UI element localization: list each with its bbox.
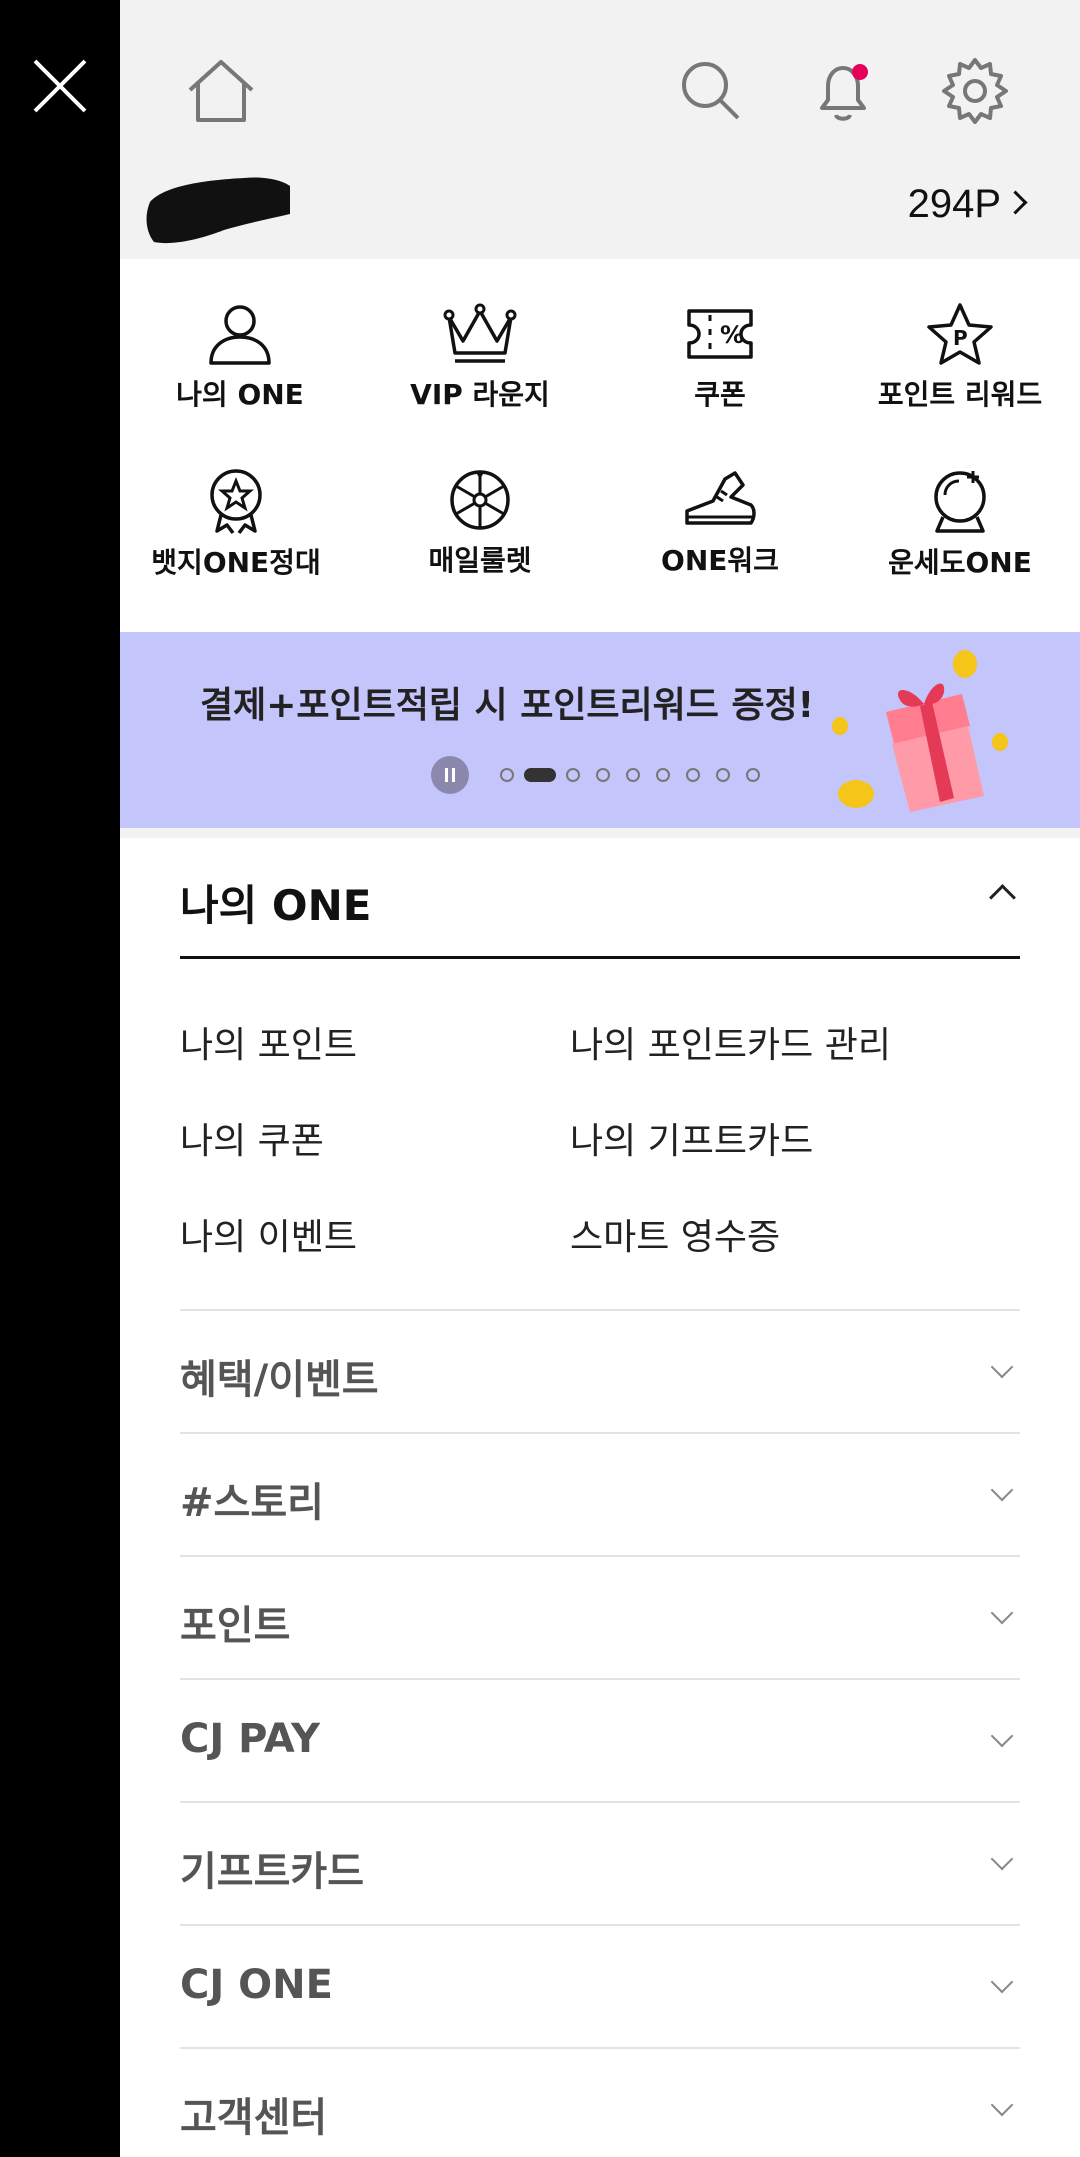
chevron-up-icon[interactable] <box>989 884 1016 911</box>
accordion-label: #스토리 <box>180 1480 324 1526</box>
pause-icon[interactable] <box>431 756 469 794</box>
accordion-customer-center[interactable]: 고객센터 <box>180 2047 1020 2157</box>
carousel-dot[interactable] <box>746 768 760 782</box>
gift-box-illustration <box>820 646 1030 820</box>
crystal-ball-icon <box>934 471 986 533</box>
quick-item-label: ONE워크 <box>661 544 779 577</box>
gear-icon[interactable] <box>940 56 1010 126</box>
quick-item-label: VIP 라운지 <box>410 378 550 411</box>
accordion-points[interactable]: 포인트 <box>180 1555 1020 1679</box>
chevron-down-icon <box>990 1355 1014 1379</box>
quick-item-my-one[interactable]: 나의 ONE <box>120 301 360 413</box>
quick-item-label: 쿠폰 <box>694 378 746 411</box>
crown-icon <box>443 303 517 363</box>
accordion-label: 기프트카드 <box>180 1849 364 1895</box>
my-events-link[interactable]: 나의 이벤트 <box>180 1208 357 1260</box>
accordion-label: CJ ONE <box>180 1962 333 2008</box>
quick-menu: 나의 ONE VIP 라운지 % 쿠폰 P 포인트 리워드 뱃지ONE정대 매일… <box>120 259 1080 632</box>
my-one-section-title[interactable]: 나의 ONE <box>180 872 371 933</box>
carousel-dot[interactable] <box>656 768 670 782</box>
accordion-label: CJ PAY <box>180 1716 320 1762</box>
quick-item-roulette[interactable]: 매일룰렛 <box>360 467 600 579</box>
accordion-giftcard[interactable]: 기프트카드 <box>180 1801 1020 1925</box>
smart-receipt-link[interactable]: 스마트 영수증 <box>570 1208 780 1260</box>
quick-item-badge[interactable]: 뱃지ONE정대 <box>120 467 356 581</box>
quick-item-label: 뱃지ONE정대 <box>151 546 321 579</box>
quick-item-label: 포인트 리워드 <box>877 378 1043 411</box>
home-icon[interactable] <box>184 58 258 124</box>
chevron-down-icon <box>990 1847 1014 1871</box>
user-name-redacted <box>144 172 300 250</box>
chevron-down-icon <box>990 1601 1014 1625</box>
quick-item-vip-lounge[interactable]: VIP 라운지 <box>360 301 600 413</box>
carousel-dot[interactable] <box>686 768 700 782</box>
accordion-label: 고객센터 <box>180 2095 328 2141</box>
accordion-cj-pay[interactable]: CJ PAY <box>180 1678 1020 1802</box>
menu-drawer: 294P 나의 ONE VIP 라운지 % 쿠폰 P 포인트 리워드 뱃지ONE… <box>120 0 1080 2157</box>
my-pointcard-link[interactable]: 나의 포인트카드 관리 <box>570 1016 891 1068</box>
quick-item-label: 매일룰렛 <box>428 544 532 577</box>
quick-item-point-reward[interactable]: P 포인트 리워드 <box>840 301 1080 413</box>
quick-item-coupon[interactable]: % 쿠폰 <box>600 301 840 413</box>
chevron-down-icon <box>990 1478 1014 1502</box>
carousel-dot[interactable] <box>566 768 580 782</box>
accordion-story[interactable]: #스토리 <box>180 1432 1020 1556</box>
my-coupons-link[interactable]: 나의 쿠폰 <box>180 1112 324 1164</box>
badge-icon <box>210 469 262 535</box>
carousel-dot[interactable] <box>596 768 610 782</box>
quick-item-one-walk[interactable]: ONE워크 <box>600 467 840 579</box>
carousel-dot-active[interactable] <box>524 768 556 782</box>
person-icon <box>209 305 271 365</box>
points-link[interactable]: 294P <box>907 182 1028 227</box>
points-value: 294P <box>907 182 1001 226</box>
bell-icon[interactable] <box>810 58 876 126</box>
chevron-right-icon <box>1003 190 1028 215</box>
divider <box>180 956 1020 959</box>
svg-text:%: % <box>720 321 744 349</box>
chevron-down-icon <box>990 2093 1014 2117</box>
my-points-link[interactable]: 나의 포인트 <box>180 1016 357 1068</box>
quick-item-fortune[interactable]: 운세도ONE <box>840 467 1080 581</box>
close-icon[interactable] <box>30 56 90 116</box>
notification-badge <box>852 64 868 80</box>
promo-banner[interactable]: 결제+포인트적립 시 포인트리워드 증정! <box>120 632 1080 828</box>
banner-text: 결제+포인트적립 시 포인트리워드 증정! <box>200 685 815 726</box>
carousel-dot[interactable] <box>716 768 730 782</box>
coupon-icon: % <box>687 309 753 359</box>
drawer-header: 294P <box>120 0 1080 259</box>
backdrop-strip[interactable] <box>0 0 120 2157</box>
quick-item-label: 나의 ONE <box>176 378 304 411</box>
accordion-benefits-events[interactable]: 혜택/이벤트 <box>180 1309 1020 1433</box>
accordion-label: 혜택/이벤트 <box>180 1357 379 1403</box>
section-gap <box>120 828 1080 838</box>
search-icon[interactable] <box>678 58 744 124</box>
accordion-label: 포인트 <box>180 1603 291 1649</box>
roulette-icon <box>450 470 510 530</box>
star-p-icon: P <box>927 303 993 365</box>
accordion-cj-one[interactable]: CJ ONE <box>180 1924 1020 2048</box>
carousel-dot[interactable] <box>626 768 640 782</box>
svg-text:P: P <box>953 326 968 350</box>
my-giftcard-link[interactable]: 나의 기프트카드 <box>570 1112 813 1164</box>
carousel-dot[interactable] <box>500 768 514 782</box>
quick-item-label: 운세도ONE <box>888 546 1032 579</box>
sneaker-icon <box>685 471 756 525</box>
chevron-down-icon <box>990 1970 1014 1994</box>
chevron-down-icon <box>990 1724 1014 1748</box>
